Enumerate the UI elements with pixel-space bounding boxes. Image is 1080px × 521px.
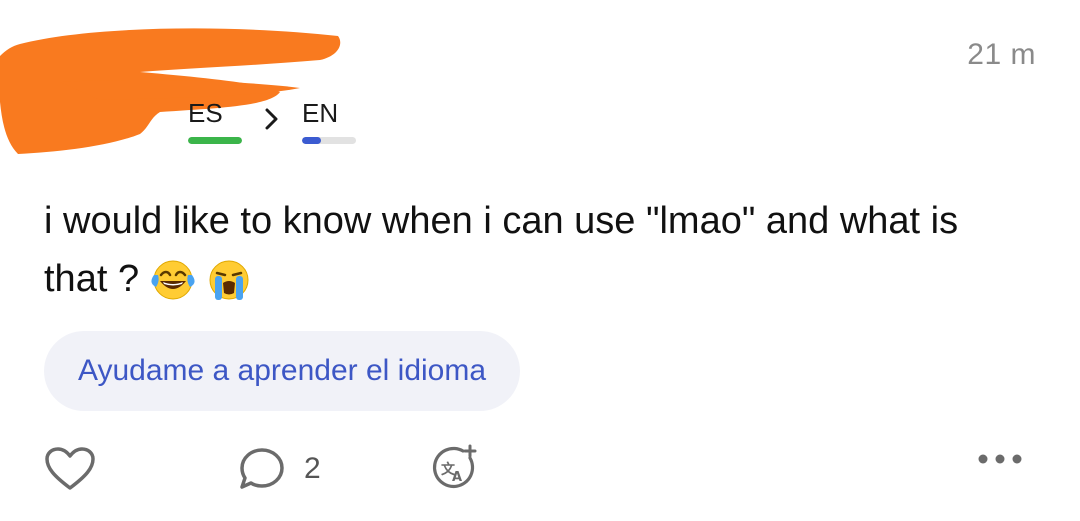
like-button[interactable] bbox=[44, 446, 96, 492]
native-language-code: ES bbox=[188, 98, 223, 128]
comment-count: 2 bbox=[304, 452, 321, 485]
learning-language-level-fill bbox=[302, 137, 321, 144]
comment-icon bbox=[240, 448, 284, 489]
face-with-tears-of-joy-icon bbox=[151, 260, 195, 300]
translate-button[interactable]: 文 A bbox=[430, 444, 480, 494]
post-timestamp: 21 m bbox=[967, 38, 1036, 71]
learning-language: EN bbox=[302, 98, 356, 144]
learning-language-level-bar bbox=[302, 137, 356, 144]
more-icon bbox=[978, 454, 1022, 464]
more-options-button[interactable] bbox=[976, 452, 1024, 466]
language-pair: ES EN bbox=[188, 98, 356, 144]
native-language-level-bar bbox=[188, 137, 242, 144]
learning-language-code: EN bbox=[302, 98, 339, 128]
comment-button[interactable]: 2 bbox=[238, 446, 321, 492]
native-language: ES bbox=[188, 98, 242, 144]
post-body: i would like to know when i can use "lma… bbox=[44, 192, 1004, 308]
heart-icon bbox=[45, 447, 95, 490]
loudly-crying-face-icon bbox=[209, 260, 249, 300]
translate-icon: 文 A bbox=[432, 444, 477, 489]
chevron-right-icon bbox=[242, 108, 302, 130]
native-language-level-fill bbox=[188, 137, 242, 144]
help-me-learn-chip[interactable]: Ayudame a aprender el idioma bbox=[44, 331, 521, 411]
svg-text:A: A bbox=[452, 470, 462, 485]
